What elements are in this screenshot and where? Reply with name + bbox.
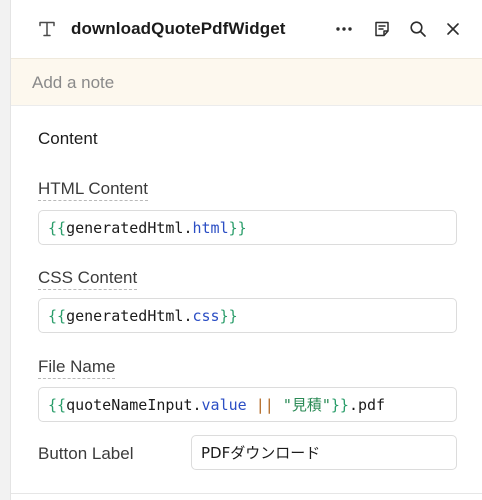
- code-token: css: [192, 306, 220, 325]
- code-token: }}: [219, 306, 238, 325]
- code-token: generatedHtml: [66, 218, 184, 237]
- code-token: generatedHtml: [66, 306, 184, 325]
- code-token: {{: [48, 218, 67, 237]
- button-label-input[interactable]: PDFダウンロード: [191, 435, 457, 470]
- close-icon: [447, 23, 459, 35]
- code-token: ||: [246, 395, 283, 414]
- panel-header: downloadQuotePdfWidget: [11, 0, 482, 58]
- notes-button[interactable]: [372, 19, 392, 39]
- code-token: .: [183, 218, 193, 237]
- note-input[interactable]: Add a note: [11, 58, 482, 106]
- file-name-field[interactable]: {{quoteNameInput. value || "見積"}} .pdf: [38, 387, 457, 422]
- code-token: html: [192, 218, 229, 237]
- inspector-panel: downloadQuotePdfWidget Add a note Conten…: [10, 0, 482, 500]
- code-token: quoteNameInput: [66, 395, 193, 414]
- html-content-field[interactable]: {{ generatedHtml. html }}: [38, 210, 457, 245]
- close-button[interactable]: [443, 19, 463, 39]
- file-name-label: File Name: [38, 357, 116, 379]
- button-label-label: Button Label: [38, 444, 134, 463]
- code-token: .: [183, 306, 193, 325]
- code-token: "見積": [282, 396, 331, 414]
- code-token: }}: [330, 395, 349, 414]
- search-icon: [410, 21, 426, 37]
- code-token: value: [201, 395, 247, 414]
- divider: [11, 493, 482, 494]
- html-content-label: HTML Content: [38, 179, 148, 201]
- css-content-field[interactable]: {{ generatedHtml. css }}: [38, 298, 457, 333]
- text-type-icon: [39, 21, 55, 37]
- more-button[interactable]: [334, 19, 354, 39]
- notes-icon: [375, 21, 389, 37]
- button-label-value: PDFダウンロード: [201, 444, 321, 462]
- code-token: {{: [48, 395, 67, 414]
- widget-title: downloadQuotePdfWidget: [71, 19, 286, 38]
- css-content-label: CSS Content: [38, 268, 138, 290]
- search-button[interactable]: [408, 19, 428, 39]
- code-token: }}: [228, 218, 247, 237]
- code-token: {{: [48, 306, 67, 325]
- note-placeholder: Add a note: [32, 73, 115, 92]
- code-token: .: [192, 395, 202, 414]
- code-token: .pdf: [348, 395, 386, 414]
- section-title-content: Content: [38, 129, 98, 148]
- more-icon: [336, 27, 352, 31]
